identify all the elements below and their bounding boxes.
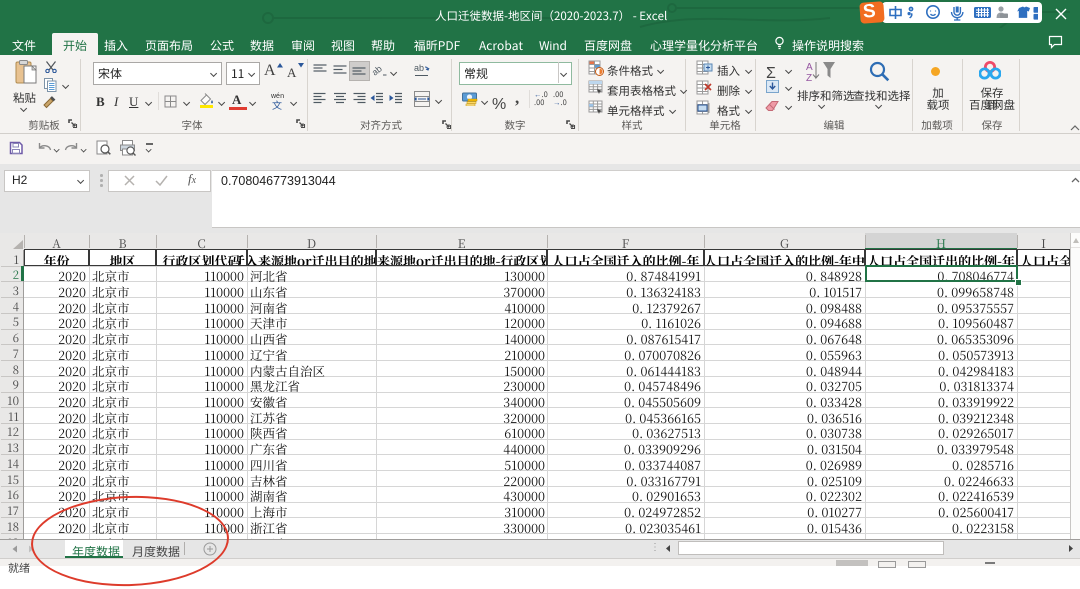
svg-text:ab: ab: [414, 63, 424, 73]
svg-text:A: A: [806, 62, 813, 73]
svg-text:Z: Z: [806, 73, 812, 82]
svg-text:ab: ab: [371, 63, 384, 77]
